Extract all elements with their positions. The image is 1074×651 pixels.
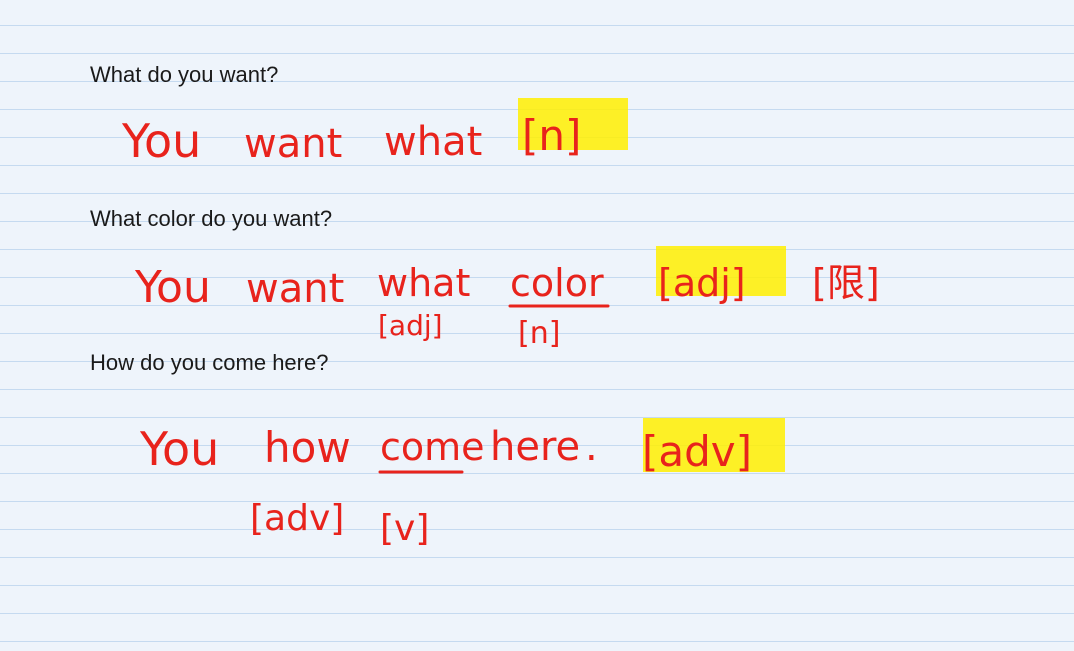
answer-2-subtag-1: [adj]	[378, 309, 443, 342]
answer-3-tag: [adv]	[642, 427, 752, 476]
answer-3-word-4: here	[490, 424, 580, 470]
answer-3-subtag-2: [v]	[380, 508, 429, 549]
answer-3-word-2: how	[264, 423, 351, 472]
answer-2-word-4: color	[510, 261, 604, 305]
answer-3-word-3: come	[380, 425, 485, 469]
note-page: What do you want? What color do you want…	[0, 0, 1074, 651]
answer-3-word-1: You	[139, 422, 219, 476]
answer-2-word-1: You	[134, 262, 211, 313]
answer-3-subtag-1: [adv]	[250, 498, 344, 539]
answer-2-extra-tag: [限]	[812, 261, 880, 305]
answer-1-word-2: want	[244, 121, 342, 167]
answer-1-word-3: what	[384, 119, 482, 165]
handwriting-layer: You want what [n] You want what color [a…	[121, 98, 880, 549]
answer-3-period: .	[585, 424, 598, 470]
answer-1-tag: [n]	[522, 111, 581, 160]
answer-1-word-1: You	[121, 114, 201, 168]
answer-2-subtag-2: [n]	[518, 316, 560, 351]
answer-2-tag: [adj]	[658, 261, 746, 305]
answer-2-word-2: want	[246, 266, 344, 312]
answer-2-word-3: what	[377, 261, 470, 305]
